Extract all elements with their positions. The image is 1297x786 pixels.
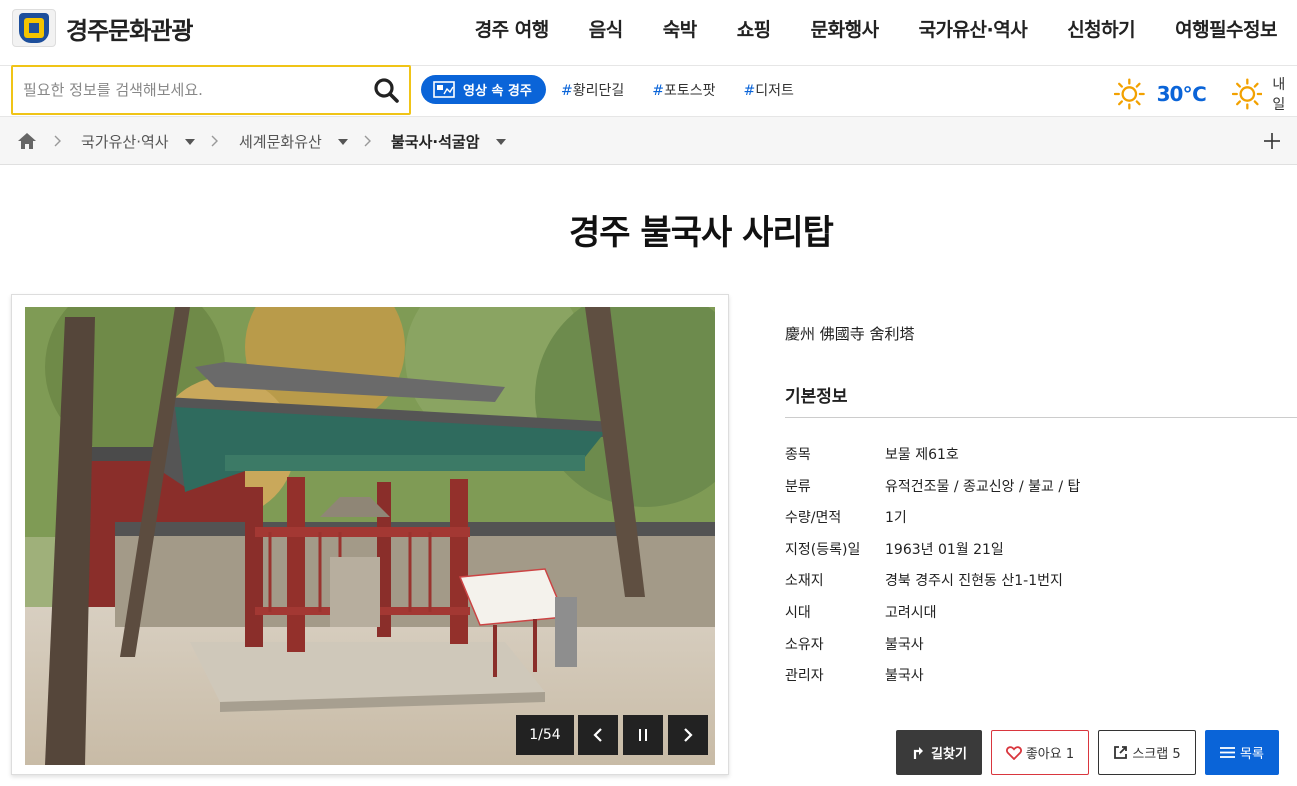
heart-icon bbox=[1005, 745, 1022, 760]
video-screen-icon bbox=[433, 81, 455, 98]
chevron-right-icon bbox=[211, 135, 218, 147]
main-menu: 경주 여행 음식 숙박 쇼핑 문화행사 국가유산·역사 신청하기 여행필수정보 bbox=[435, 15, 1278, 42]
info-row: 분류 유적건조물 / 종교신앙 / 불교 / 탑 bbox=[785, 476, 1080, 508]
info-value: 불국사 bbox=[885, 668, 924, 685]
menu-list-icon bbox=[1220, 747, 1236, 758]
logo-emblem-icon bbox=[12, 9, 56, 47]
info-value: 1963년 01월 21일 bbox=[885, 541, 1004, 558]
chevron-right-icon bbox=[364, 135, 371, 147]
today-temperature: 30℃ bbox=[1156, 82, 1207, 106]
info-key: 종목 bbox=[785, 447, 811, 463]
photo-gallery: 1/54 bbox=[11, 294, 729, 775]
hashtag-link[interactable]: #황리단길 bbox=[561, 80, 638, 100]
hashtag-link[interactable]: #포토스팟 bbox=[652, 80, 729, 100]
plus-icon[interactable] bbox=[1263, 132, 1281, 150]
nav-item-apply[interactable]: 신청하기 bbox=[1067, 15, 1135, 42]
search-box bbox=[11, 65, 411, 115]
info-value: 1기 bbox=[885, 510, 907, 527]
info-key: 지정(등록)일 bbox=[785, 541, 861, 558]
weather-widget: 30℃ 내일 bbox=[1114, 74, 1297, 114]
video-button-label: 영상 속 경주 bbox=[463, 84, 532, 99]
info-row: 소유자 불국사 bbox=[785, 634, 1080, 666]
share-external-icon bbox=[1114, 746, 1128, 759]
video-gyeongju-button[interactable]: 영상 속 경주 bbox=[421, 75, 546, 104]
breadcrumb: 국가유산·역사 세계문화유산 불국사·석굴암 bbox=[0, 116, 1297, 165]
search-icon[interactable] bbox=[373, 77, 399, 103]
gallery-counter: 1/54 bbox=[516, 715, 574, 755]
info-row: 관리자 불국사 bbox=[785, 665, 1080, 697]
hashtag-link[interactable]: #디저트 bbox=[744, 80, 808, 100]
nav-item-events[interactable]: 문화행사 bbox=[811, 15, 879, 42]
info-value: 불국사 bbox=[885, 636, 924, 653]
hanja-name: 慶州 佛國寺 舍利塔 bbox=[785, 325, 915, 343]
basic-info-title: 기본정보 bbox=[785, 387, 848, 407]
search-input[interactable] bbox=[23, 79, 353, 101]
basic-info-list: 종목 보물 제61호 분류 유적건조물 / 종교신앙 / 불교 / 탑 수량/면적 1… bbox=[785, 444, 1080, 697]
info-row: 소재지 경북 경주시 진현동 산1-1번지 bbox=[785, 570, 1080, 602]
logo-text: 경주문화관광 bbox=[66, 16, 193, 45]
info-key: 소재지 bbox=[785, 573, 824, 590]
nav-item-shopping[interactable]: 쇼핑 bbox=[737, 15, 771, 42]
gallery-next-button[interactable] bbox=[668, 715, 708, 755]
nav-item-essentials[interactable]: 여행필수정보 bbox=[1175, 15, 1277, 42]
nav-item-travel[interactable]: 경주 여행 bbox=[475, 15, 550, 42]
breadcrumb-item-world-heritage[interactable]: 세계문화유산 bbox=[239, 117, 348, 166]
top-navigation: 경주문화관광 경주 여행 음식 숙박 쇼핑 문화행사 국가유산·역사 신청하기 … bbox=[0, 0, 1297, 62]
breadcrumb-item-bulguksa[interactable]: 불국사·석굴암 bbox=[391, 117, 506, 166]
info-row: 시대 고려시대 bbox=[785, 602, 1080, 634]
info-value: 유적건조물 / 종교신앙 / 불교 / 탑 bbox=[885, 478, 1081, 495]
info-row: 수량/면적 1기 bbox=[785, 507, 1080, 539]
page-title: 경주 불국사 사리탑 bbox=[569, 213, 834, 253]
info-value: 보물 제61호 bbox=[885, 447, 959, 463]
info-key: 관리자 bbox=[785, 668, 824, 685]
turn-arrow-icon bbox=[913, 746, 924, 759]
directions-button[interactable]: 길찾기 bbox=[896, 730, 982, 775]
info-key: 시대 bbox=[785, 604, 811, 621]
sunny-icon bbox=[1231, 78, 1263, 110]
info-divider bbox=[785, 417, 1297, 418]
caret-down-icon bbox=[495, 138, 506, 145]
site-logo[interactable]: 경주문화관광 bbox=[12, 9, 193, 47]
pause-icon bbox=[639, 729, 647, 741]
caret-down-icon bbox=[337, 138, 348, 145]
gallery-pause-button[interactable] bbox=[623, 715, 663, 755]
nav-item-heritage[interactable]: 국가유산·역사 bbox=[919, 15, 1028, 42]
sunny-icon bbox=[1114, 78, 1145, 110]
breadcrumb-item-heritage[interactable]: 국가유산·역사 bbox=[81, 117, 195, 166]
scrap-button[interactable]: 스크랩 5 bbox=[1098, 730, 1196, 775]
info-row: 지정(등록)일 1963년 01월 21일 bbox=[785, 539, 1080, 571]
info-row: 종목 보물 제61호 bbox=[785, 444, 1080, 476]
caret-down-icon bbox=[184, 138, 195, 145]
hashtag-list: #황리단길 #포토스팟 #디저트 bbox=[561, 80, 822, 100]
nav-item-food[interactable]: 음식 bbox=[589, 15, 623, 42]
chevron-left-icon bbox=[593, 728, 602, 742]
chevron-right-icon bbox=[54, 135, 61, 147]
info-key: 수량/면적 bbox=[785, 510, 842, 527]
chevron-right-icon bbox=[684, 728, 693, 742]
info-value: 경북 경주시 진현동 산1-1번지 bbox=[885, 573, 1063, 590]
tomorrow-label: 내일 bbox=[1272, 77, 1286, 113]
info-key: 소유자 bbox=[785, 636, 824, 653]
gallery-prev-button[interactable] bbox=[578, 715, 618, 755]
heritage-photo bbox=[25, 307, 715, 765]
pavilion-photo-illustration bbox=[25, 307, 715, 765]
like-button[interactable]: 좋아요 1 bbox=[991, 730, 1089, 775]
home-icon[interactable] bbox=[17, 132, 37, 150]
info-key: 분류 bbox=[785, 478, 811, 495]
info-value: 고려시대 bbox=[885, 604, 937, 621]
list-button[interactable]: 목록 bbox=[1205, 730, 1279, 775]
nav-item-lodging[interactable]: 숙박 bbox=[663, 15, 697, 42]
